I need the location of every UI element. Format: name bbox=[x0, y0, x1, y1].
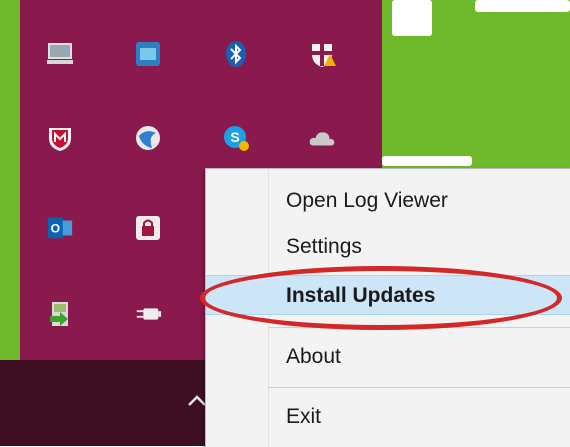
menu-separator bbox=[268, 327, 570, 328]
menu-item-install-updates[interactable]: Install Updates bbox=[206, 275, 570, 315]
desktop-tile bbox=[382, 156, 472, 166]
desktop-tile bbox=[475, 0, 570, 12]
menu-item-settings[interactable]: Settings bbox=[206, 227, 570, 267]
context-menu: Open Log Viewer Settings Install Updates… bbox=[205, 168, 570, 447]
lock-icon[interactable] bbox=[134, 214, 162, 242]
menu-separator bbox=[268, 387, 570, 388]
svg-text:S: S bbox=[230, 129, 239, 145]
bluetooth-icon[interactable] bbox=[222, 40, 250, 68]
intel-graphics-icon[interactable] bbox=[134, 40, 162, 68]
laptop-icon[interactable] bbox=[46, 40, 74, 68]
mcafee-icon[interactable] bbox=[46, 124, 74, 152]
safely-remove-hardware-icon[interactable] bbox=[46, 300, 74, 328]
outlook-icon[interactable]: O bbox=[46, 214, 74, 242]
network-globe-icon[interactable] bbox=[134, 124, 162, 152]
menu-item-open-log-viewer[interactable]: Open Log Viewer bbox=[206, 181, 570, 221]
security-shield-icon[interactable] bbox=[308, 40, 336, 68]
menu-item-about[interactable]: About bbox=[206, 337, 570, 377]
onedrive-cloud-icon[interactable] bbox=[308, 124, 336, 152]
skype-icon[interactable]: S bbox=[222, 124, 250, 152]
svg-text:O: O bbox=[51, 222, 60, 236]
menu-item-exit[interactable]: Exit bbox=[206, 395, 570, 439]
desktop-tile bbox=[392, 0, 432, 36]
power-plug-icon[interactable] bbox=[134, 300, 162, 328]
